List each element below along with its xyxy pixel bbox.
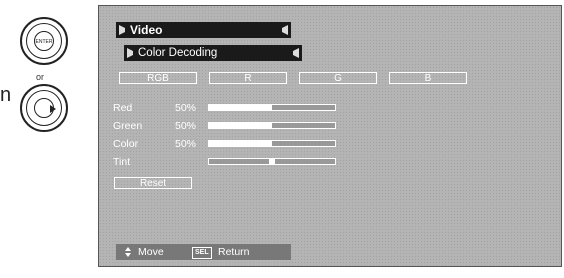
tab-b[interactable]: B — [389, 72, 467, 84]
row-color[interactable]: Color 50% — [113, 137, 353, 151]
row-value: 50% — [175, 138, 197, 150]
row-green[interactable]: Green 50% — [113, 119, 353, 133]
tv-screen: Video Color Decoding RGB R G B Red 50% G… — [98, 5, 562, 267]
right-marker-icon — [282, 25, 288, 35]
row-value: 50% — [175, 120, 197, 132]
slider-fill — [209, 123, 272, 128]
color-slider[interactable] — [208, 140, 336, 147]
tab-g[interactable]: G — [299, 72, 377, 84]
tab-r[interactable]: R — [209, 72, 287, 84]
enter-key-label: ENTER — [34, 31, 54, 51]
dpad-right-icon — [20, 84, 68, 132]
row-value: 50% — [175, 102, 197, 114]
or-label: or — [36, 72, 45, 82]
slider-fill — [209, 105, 272, 110]
move-label: Move — [138, 246, 164, 258]
submenu-bar[interactable]: Color Decoding — [124, 45, 302, 61]
enter-button-icon: ENTER — [20, 17, 68, 65]
return-label: Return — [218, 246, 250, 258]
stray-text: n — [0, 84, 12, 106]
right-arrow-icon — [50, 105, 56, 113]
reset-button[interactable]: Reset — [114, 177, 192, 189]
menu-title: Video — [130, 23, 163, 37]
menu-title-bar: Video — [116, 22, 291, 38]
right-marker-icon — [293, 48, 299, 58]
sel-key-icon: SEL — [192, 247, 212, 259]
row-label: Tint — [113, 156, 131, 168]
red-slider[interactable] — [208, 104, 336, 111]
left-marker-icon — [119, 25, 125, 35]
row-red[interactable]: Red 50% — [113, 101, 353, 115]
up-down-arrows-icon — [124, 247, 132, 257]
slider-fill — [209, 141, 272, 146]
help-bar: Move SEL Return — [116, 244, 291, 260]
row-label: Green — [113, 120, 143, 132]
row-label: Color — [113, 138, 139, 150]
left-marker-icon — [127, 48, 133, 58]
tint-knob[interactable] — [269, 158, 275, 165]
channel-tabs: RGB R G B — [119, 72, 471, 85]
submenu-title: Color Decoding — [138, 47, 218, 59]
tab-rgb[interactable]: RGB — [119, 72, 197, 84]
tint-slider[interactable] — [208, 158, 336, 165]
row-label: Red — [113, 102, 133, 114]
green-slider[interactable] — [208, 122, 336, 129]
row-tint[interactable]: Tint — [113, 155, 353, 169]
